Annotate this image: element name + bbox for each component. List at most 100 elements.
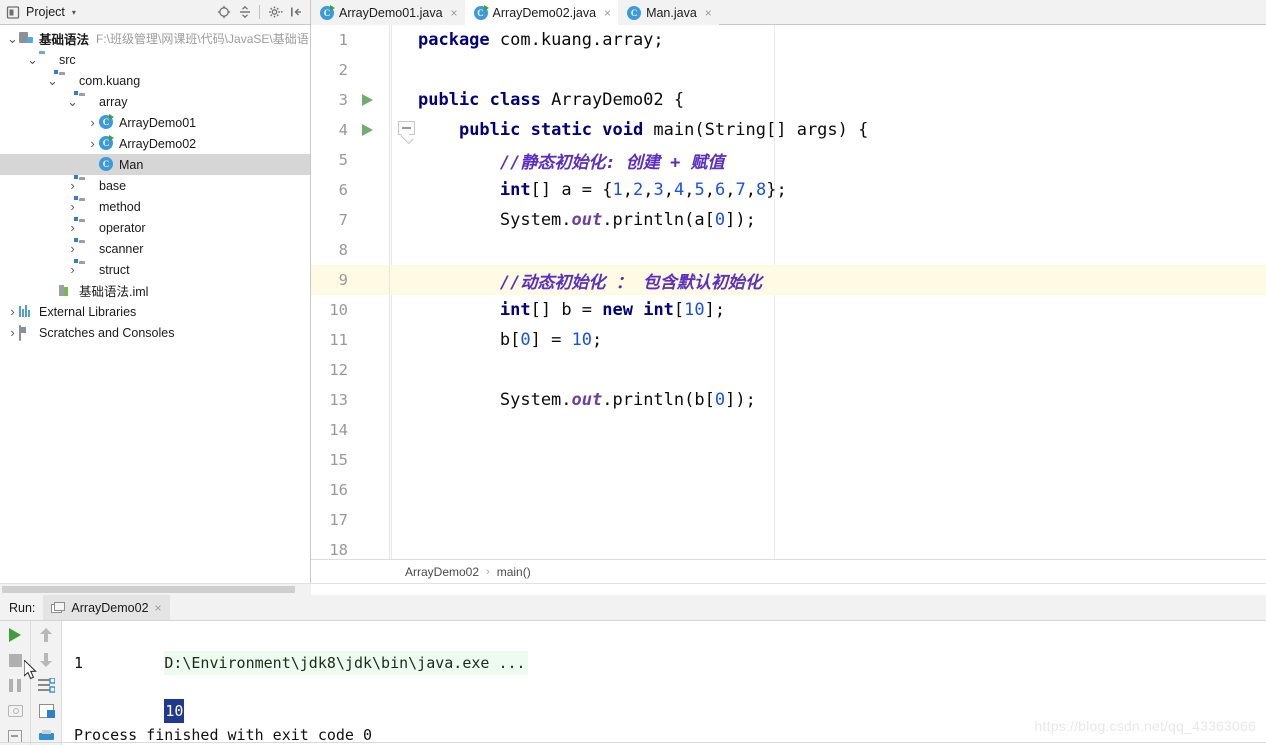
code-line[interactable]: 5 //静态初始化: 创建 + 赋值 bbox=[311, 145, 1266, 175]
chevron-right-icon[interactable]: › bbox=[86, 112, 99, 133]
code-editor[interactable]: 1 package com.kuang.array; 2 3 public class … bbox=[311, 25, 1266, 560]
down-arrow-icon[interactable] bbox=[37, 651, 55, 668]
tree-item-man[interactable]: C Man bbox=[0, 154, 310, 175]
scroll-to-end-icon[interactable] bbox=[37, 702, 55, 719]
tree-item-external-libraries[interactable]: › External Libraries bbox=[0, 301, 310, 322]
chevron-down-icon[interactable]: ⌄ bbox=[6, 28, 19, 49]
tree-item-arraydemo01[interactable]: › C ArrayDemo01 bbox=[0, 112, 310, 133]
tree-item-operator[interactable]: › operator bbox=[0, 217, 310, 238]
gutter-icons bbox=[355, 295, 389, 325]
code-line[interactable]: 2 bbox=[311, 55, 1266, 85]
fold-column bbox=[396, 505, 418, 535]
code-line[interactable]: 17 bbox=[311, 505, 1266, 535]
chevron-right-icon[interactable]: › bbox=[6, 301, 19, 322]
line-number: 15 bbox=[329, 451, 348, 469]
code-line[interactable]: 1 package com.kuang.array; bbox=[311, 25, 1266, 55]
code-line[interactable]: 10 int[] b = new int[10]; bbox=[311, 295, 1266, 325]
close-icon[interactable]: × bbox=[155, 601, 162, 615]
console-selected-text[interactable]: 10 bbox=[164, 699, 185, 723]
line-number: 10 bbox=[329, 301, 348, 319]
code-text: int[] a = {1,2,3,4,5,6,7,8}; bbox=[499, 180, 787, 200]
code-line[interactable]: 18 bbox=[311, 535, 1266, 560]
gutter-strip bbox=[389, 85, 396, 115]
line-number: 11 bbox=[329, 331, 348, 349]
line-number: 9 bbox=[338, 271, 348, 289]
idea-window: Project ▾ C ArrayDemo01.java × C ArrayDe… bbox=[0, 0, 1266, 745]
code-line[interactable]: 9 //动态初始化 ： 包含默认初始化 bbox=[311, 265, 1266, 295]
gutter-strip bbox=[389, 385, 396, 415]
code-line[interactable]: 8 bbox=[311, 235, 1266, 265]
chevron-right-icon[interactable]: › bbox=[6, 322, 19, 343]
top-row: Project ▾ C ArrayDemo01.java × C ArrayDe… bbox=[0, 0, 1266, 25]
code-fold-icon[interactable] bbox=[398, 121, 415, 135]
close-icon[interactable]: × bbox=[451, 7, 458, 19]
editor-area[interactable]: 1 package com.kuang.array; 2 3 public class … bbox=[311, 25, 1266, 583]
tree-item-array[interactable]: ⌄ array bbox=[0, 91, 310, 112]
tree-item-arraydemo02[interactable]: › C ArrayDemo02 bbox=[0, 133, 310, 154]
close-icon[interactable]: × bbox=[705, 7, 712, 19]
line-number: 4 bbox=[338, 121, 348, 139]
tree-item-label: Man bbox=[119, 157, 144, 172]
code-line[interactable]: 4 public static void main(String[] args)… bbox=[311, 115, 1266, 145]
camera-icon[interactable] bbox=[6, 702, 24, 719]
run-toolbar-left bbox=[0, 621, 31, 745]
settings-gear-icon[interactable] bbox=[265, 2, 285, 22]
run-toolbar-right bbox=[31, 621, 62, 745]
chevron-down-icon[interactable]: ▾ bbox=[72, 8, 76, 17]
line-number: 7 bbox=[338, 211, 348, 229]
locate-icon[interactable] bbox=[214, 2, 234, 22]
gutter-strip bbox=[389, 325, 396, 355]
rerun-icon[interactable] bbox=[6, 626, 24, 643]
tree-item-src[interactable]: ⌄ src bbox=[0, 49, 310, 70]
close-icon[interactable]: × bbox=[604, 7, 611, 19]
tree-item-iml[interactable]: 基础语法.iml bbox=[0, 280, 310, 301]
tree-item-base[interactable]: › base bbox=[0, 175, 310, 196]
code-line[interactable]: 7 System.out.println(a[0]); bbox=[311, 205, 1266, 235]
tree-item-struct[interactable]: › struct bbox=[0, 259, 310, 280]
tree-item-label: method bbox=[99, 199, 141, 214]
hide-panel-icon[interactable] bbox=[286, 2, 306, 22]
sidebar-horizontal-scrollbar[interactable] bbox=[0, 583, 1266, 595]
breadcrumb-method[interactable]: main() bbox=[497, 565, 531, 579]
code-line[interactable]: 16 bbox=[311, 475, 1266, 505]
chevron-right-icon[interactable]: › bbox=[86, 133, 99, 154]
tree-item-com-kuang[interactable]: ⌄ com.kuang bbox=[0, 70, 310, 91]
code-text: //动态初始化 ： 包含默认初始化 bbox=[499, 272, 762, 293]
code-line[interactable]: 6 int[] a = {1,2,3,4,5,6,7,8}; bbox=[311, 175, 1266, 205]
package-icon bbox=[79, 241, 94, 256]
collapse-all-icon[interactable] bbox=[235, 2, 255, 22]
code-line[interactable]: 13 System.out.println(b[0]); bbox=[311, 385, 1266, 415]
code-line[interactable]: 3 public class ArrayDemo02 { bbox=[311, 85, 1266, 115]
gutter-strip bbox=[389, 55, 396, 85]
tree-item-[interactable]: ⌄ 基础语法 F:\班级管理\网课班\代码\JavaSE\基础语 bbox=[0, 28, 310, 49]
up-arrow-icon[interactable] bbox=[37, 626, 55, 643]
tree-item-method[interactable]: › method bbox=[0, 196, 310, 217]
chevron-down-icon[interactable]: ⌄ bbox=[26, 49, 39, 70]
project-view-icon bbox=[6, 5, 21, 20]
line-number: 6 bbox=[338, 181, 348, 199]
stop-icon[interactable] bbox=[6, 651, 24, 668]
editor-tab-arraydemo01[interactable]: C ArrayDemo01.java × bbox=[311, 0, 465, 25]
breadcrumb-separator: › bbox=[486, 565, 490, 578]
breadcrumb[interactable]: ArrayDemo02 › main() bbox=[311, 559, 1266, 583]
tree-item-scratches-and-consoles[interactable]: › Scratches and Consoles bbox=[0, 322, 310, 343]
editor-tab-man[interactable]: C Man.java × bbox=[618, 0, 719, 25]
run-gutter-icon[interactable] bbox=[362, 124, 373, 136]
breadcrumb-class[interactable]: ArrayDemo02 bbox=[405, 565, 479, 579]
line-number: 14 bbox=[329, 421, 348, 439]
soft-wrap-icon[interactable] bbox=[37, 677, 55, 694]
tree-item-scanner[interactable]: › scanner bbox=[0, 238, 310, 259]
code-line[interactable]: 12 bbox=[311, 355, 1266, 385]
run-configuration-icon bbox=[51, 601, 66, 614]
project-tree-panel[interactable]: ⌄ 基础语法 F:\班级管理\网课班\代码\JavaSE\基础语 ⌄ src ⌄ com.k… bbox=[0, 25, 311, 583]
code-line[interactable]: 15 bbox=[311, 445, 1266, 475]
pause-icon[interactable] bbox=[6, 677, 24, 694]
editor-tab-arraydemo02[interactable]: C ArrayDemo02.java × bbox=[464, 0, 619, 25]
run-gutter-icon[interactable] bbox=[362, 94, 373, 106]
package-icon bbox=[79, 199, 94, 214]
scrollbar-thumb[interactable] bbox=[2, 586, 295, 593]
code-text: System.out.println(a[0]); bbox=[418, 210, 756, 230]
code-line[interactable]: 14 bbox=[311, 415, 1266, 445]
code-line[interactable]: 11 b[0] = 10; bbox=[311, 325, 1266, 355]
run-tab-arraydemo02[interactable]: ArrayDemo02 × bbox=[43, 595, 170, 620]
